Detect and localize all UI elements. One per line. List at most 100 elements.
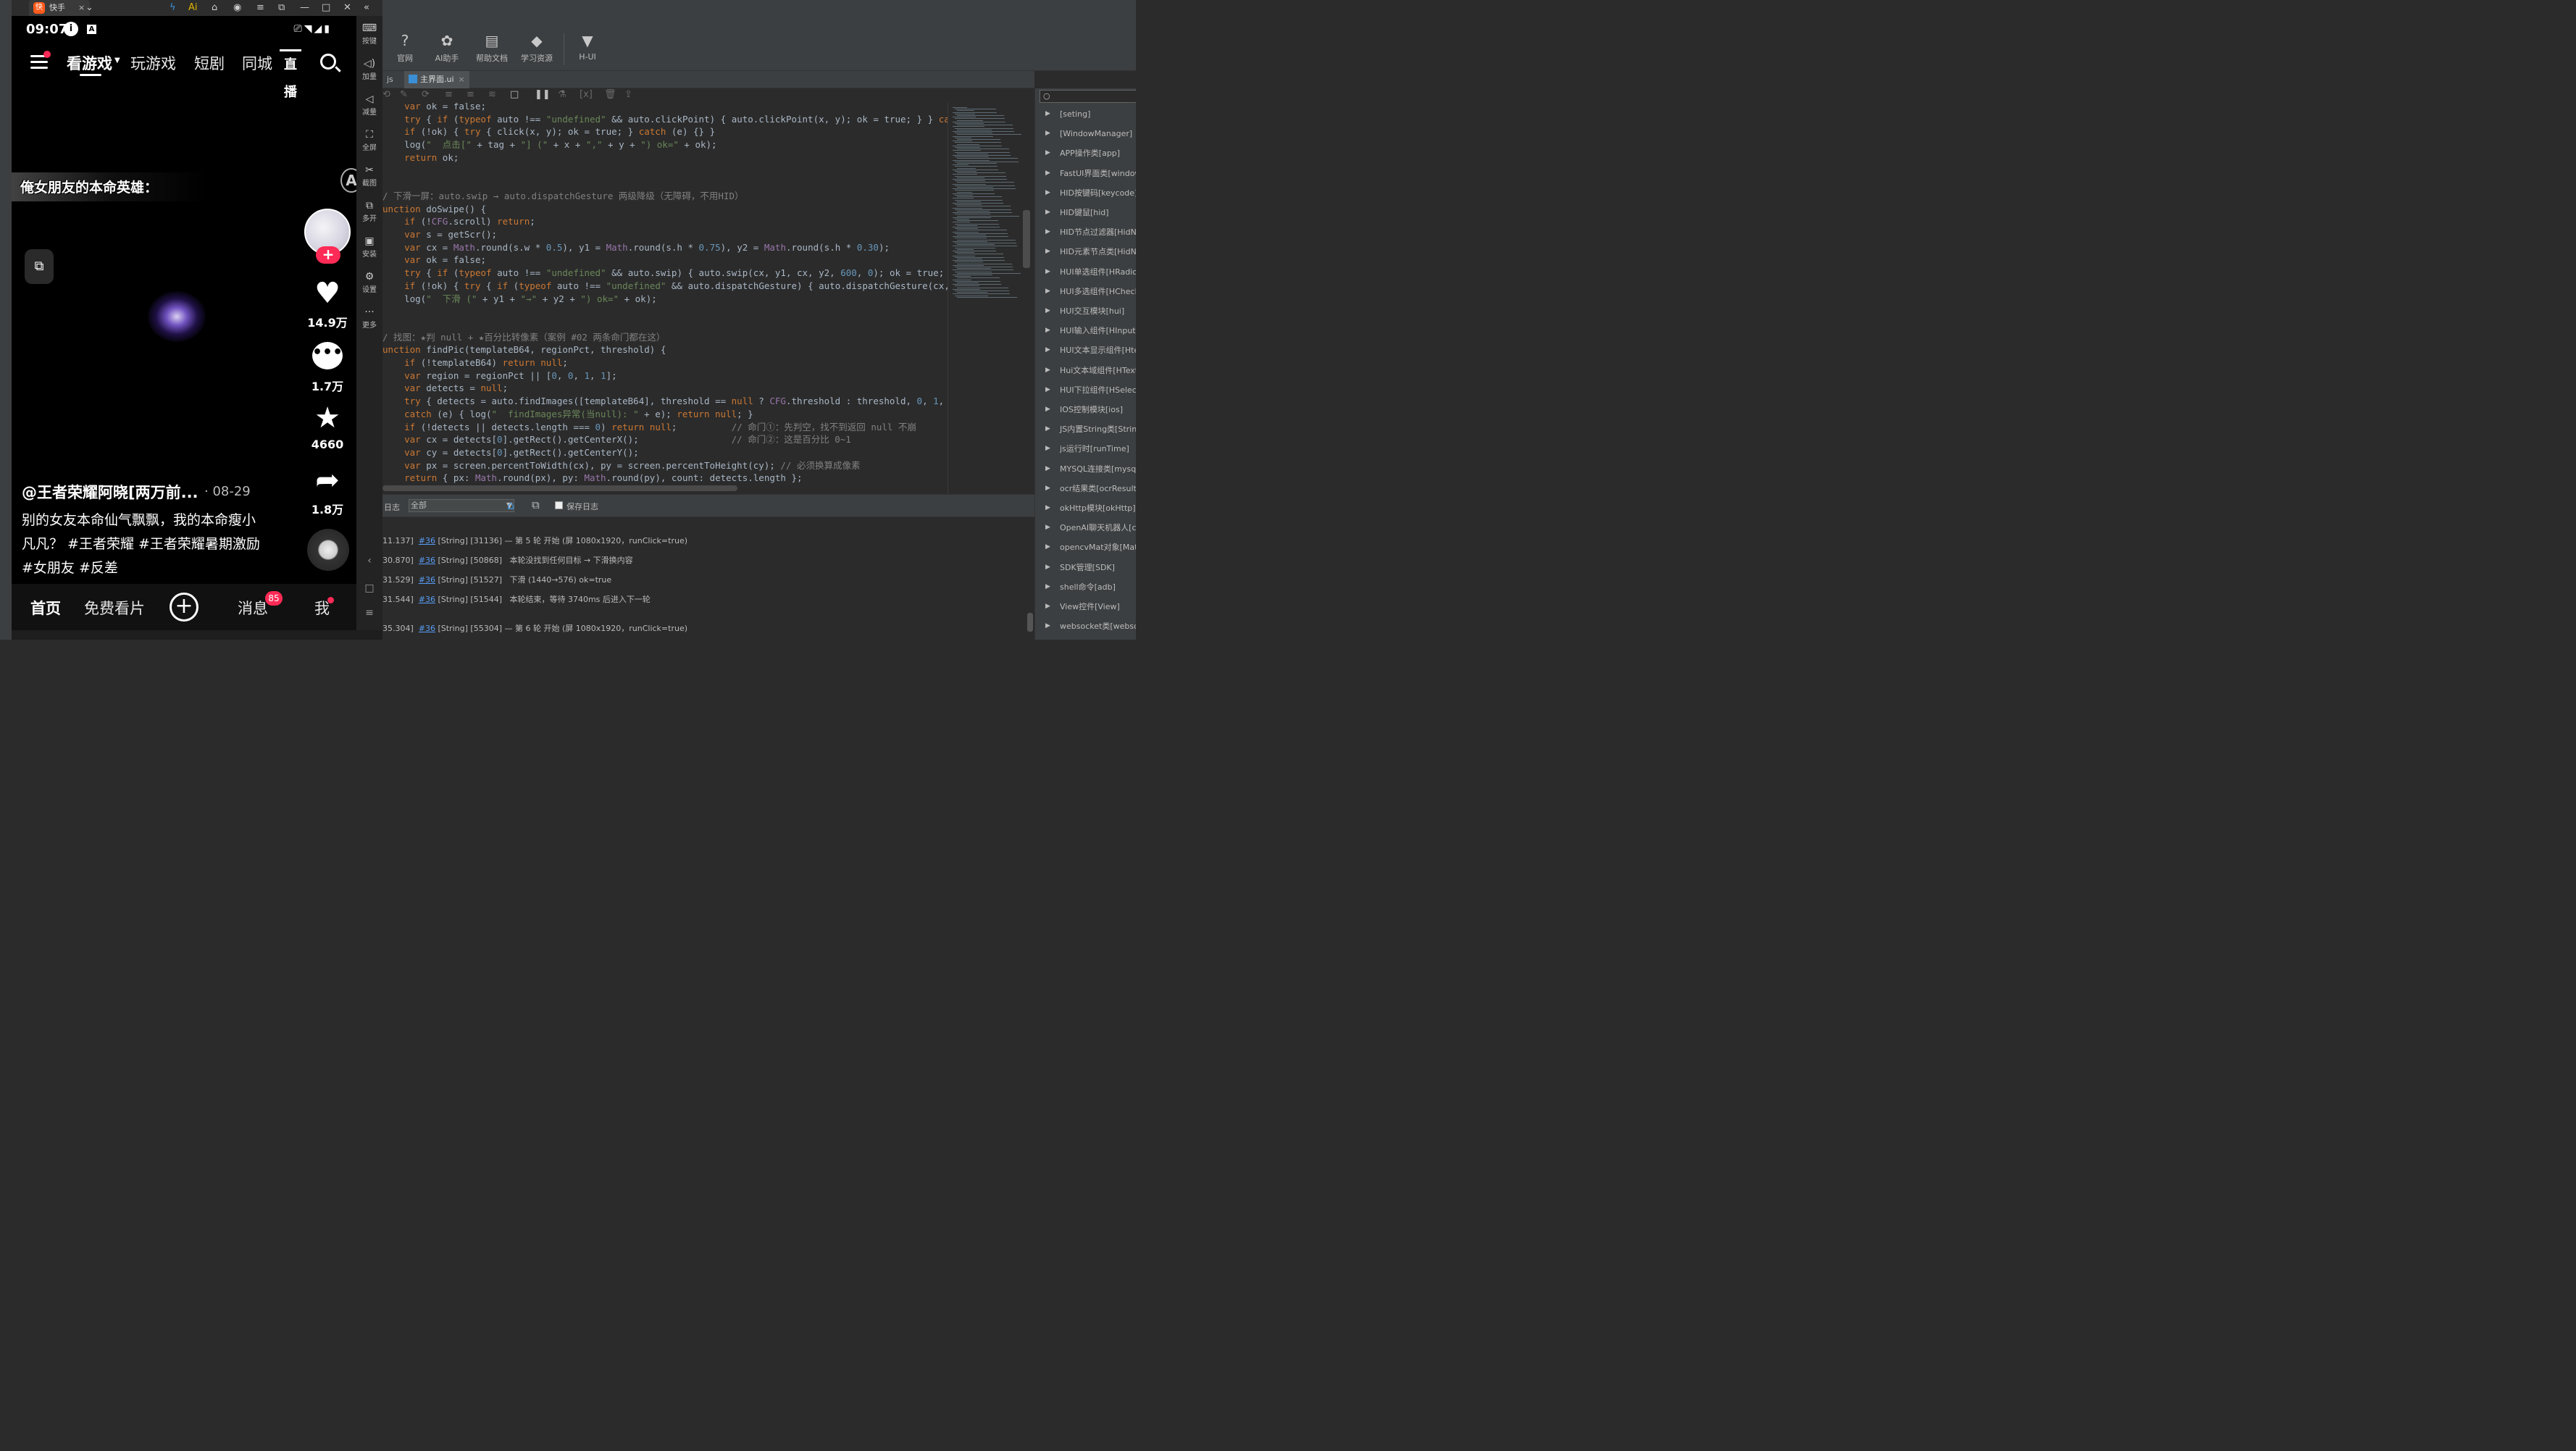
sidebar-multi-window-button[interactable]: ⧉ 多开 bbox=[356, 199, 382, 223]
tab-js[interactable]: js bbox=[382, 71, 398, 88]
log-filter-select[interactable]: 全部 ▼ bbox=[409, 499, 514, 512]
home-icon[interactable]: □ bbox=[356, 582, 382, 594]
undo-icon[interactable]: ⟲ bbox=[382, 89, 390, 100]
code-line[interactable]: var cx = detects[0].getRect().getCenterX… bbox=[382, 433, 851, 446]
api-tree-item[interactable]: ▶ HUI单选组件[HRadio] bbox=[1035, 262, 1136, 282]
ai-icon[interactable]: Ai bbox=[188, 0, 198, 16]
api-tree-item[interactable]: ▶ websocket类[websoc bbox=[1035, 616, 1136, 636]
api-tree-item[interactable]: ▶ FastUI界面类[window bbox=[1035, 164, 1136, 183]
log-line-link[interactable]: #36 bbox=[419, 536, 435, 545]
follow-button[interactable]: + bbox=[316, 246, 340, 264]
redo-icon[interactable]: ⟳ bbox=[422, 89, 430, 100]
pen-icon[interactable]: ✎ bbox=[400, 89, 408, 100]
code-line[interactable]: var s = getScr(); bbox=[382, 228, 497, 241]
expand-arrow-icon[interactable]: ▶ bbox=[1045, 419, 1050, 439]
expand-arrow-icon[interactable]: ▶ bbox=[1045, 616, 1050, 636]
api-tree-item[interactable]: ▶ HID元素节点类[HidNo bbox=[1035, 242, 1136, 262]
api-tree-item[interactable]: ▶ HUI输入组件[HInput] bbox=[1035, 321, 1136, 340]
create-button[interactable]: + bbox=[170, 593, 198, 622]
expand-arrow-icon[interactable]: ▶ bbox=[1045, 538, 1050, 557]
share-button[interactable]: ➦ 1.8万 bbox=[301, 462, 354, 517]
nav-short-drama[interactable]: 短剧 bbox=[194, 52, 225, 74]
expand-arrow-icon[interactable]: ▶ bbox=[1045, 597, 1050, 616]
export-icon[interactable]: ⇪ bbox=[624, 89, 632, 100]
expand-arrow-icon[interactable]: ▶ bbox=[1045, 203, 1050, 222]
close-tab-icon[interactable]: × bbox=[78, 0, 85, 16]
video-description[interactable]: 别的女友本命仙气飘飘，我的本命瘦小凡凡？ #王者荣耀 #王者荣耀暑期激励 #女朋… bbox=[22, 509, 261, 580]
nav-messages[interactable]: 消息 bbox=[238, 597, 268, 619]
ai-assistant-button[interactable]: ✿ AI助手 bbox=[425, 30, 469, 68]
format-icon[interactable]: ≋ bbox=[488, 89, 496, 100]
api-tree-item[interactable]: ▶ opencvMat对象[Mat] bbox=[1035, 538, 1136, 557]
log-scrollbar[interactable] bbox=[1027, 613, 1033, 632]
api-tree-item[interactable]: ▶ APP操作类[app] bbox=[1035, 143, 1136, 163]
log-line-link[interactable]: #36 bbox=[419, 624, 435, 633]
code-line[interactable]: if (!ok) { try { if (typeof auto !== "un… bbox=[382, 280, 948, 293]
nav-local[interactable]: 同城 bbox=[242, 52, 272, 74]
expand-arrow-icon[interactable]: ▶ bbox=[1045, 479, 1050, 498]
code-line[interactable]: try { detects = auto.findImages([templat… bbox=[382, 395, 948, 408]
expand-arrow-icon[interactable]: ▶ bbox=[1045, 183, 1050, 203]
api-tree-item[interactable]: ▶ HID按键码[keycode] bbox=[1035, 183, 1136, 203]
nav-home[interactable]: 首页 bbox=[30, 597, 61, 619]
chevron-down-icon[interactable]: ⌄ bbox=[85, 0, 93, 16]
horizontal-scrollbar[interactable] bbox=[382, 485, 737, 491]
api-tree-item[interactable]: ▶ okHttp模块[okHttp] bbox=[1035, 498, 1136, 518]
api-tree-item[interactable]: ▶ HID节点过滤器[HidNo bbox=[1035, 222, 1136, 242]
picture-in-picture-icon[interactable]: ⧉ bbox=[25, 249, 54, 284]
save-log-checkbox[interactable] bbox=[555, 501, 563, 509]
variable-icon[interactable]: [x] bbox=[580, 89, 593, 100]
pause-icon[interactable]: ❚❚ bbox=[535, 89, 551, 100]
code-line[interactable]: var ok = false; bbox=[382, 254, 486, 267]
api-tree-item[interactable]: ▶ HUI下拉组件[HSelect] bbox=[1035, 380, 1136, 400]
api-tree-item[interactable]: ▶ SDK管理[SDK] bbox=[1035, 558, 1136, 577]
favorite-button[interactable]: ★ 4660 bbox=[301, 400, 354, 451]
gift-icon[interactable]: ⌂ bbox=[212, 0, 217, 16]
code-line[interactable]: var cx = Math.round(s.w * 0.5), y1 = Mat… bbox=[382, 241, 890, 254]
maximize-icon[interactable]: □ bbox=[322, 0, 330, 16]
api-tree-item[interactable]: ▶ [seting] bbox=[1035, 104, 1136, 124]
code-line[interactable]: log(" 下滑 (" + y1 + "→" + y2 + ") ok=" + … bbox=[382, 293, 657, 306]
stop-icon[interactable]: □ bbox=[510, 89, 519, 100]
api-tree-item[interactable]: ▶ js运行时[runTime] bbox=[1035, 439, 1136, 459]
back-icon[interactable]: ‹ bbox=[356, 555, 382, 566]
api-tree-item[interactable]: ▶ HUI文本显示组件[Hte bbox=[1035, 340, 1136, 360]
code-line[interactable]: var px = screen.percentToWidth(cx), py =… bbox=[382, 459, 860, 472]
api-search-input[interactable]: ○ bbox=[1040, 90, 1136, 103]
code-line[interactable]: unction doSwipe() { bbox=[382, 203, 486, 216]
sidebar-settings-button[interactable]: ⚙ 设置 bbox=[356, 270, 382, 294]
code-line[interactable]: if (!CFG.scroll) return; bbox=[382, 215, 535, 228]
collapse-icon[interactable]: « bbox=[364, 0, 369, 16]
expand-arrow-icon[interactable]: ▶ bbox=[1045, 282, 1050, 301]
log-line-link[interactable]: #36 bbox=[419, 556, 435, 565]
expand-arrow-icon[interactable]: ▶ bbox=[1045, 361, 1050, 380]
nav-play-games[interactable]: 玩游戏 bbox=[130, 52, 176, 74]
code-line[interactable]: var region = regionPct || [0, 0, 1, 1]; bbox=[382, 369, 617, 382]
api-tree-item[interactable]: ▶ IOS控制模块[ios] bbox=[1035, 400, 1136, 419]
sidebar-more-button[interactable]: ··· 更多 bbox=[356, 306, 382, 330]
live-button[interactable]: 直播 bbox=[280, 49, 301, 100]
indent-icon[interactable]: ≡ bbox=[445, 89, 453, 100]
emulator-tab[interactable]: 快 快手 × bbox=[29, 0, 90, 16]
expand-arrow-icon[interactable]: ▶ bbox=[1045, 439, 1050, 459]
code-line[interactable]: if (!ok) { try { click(x, y); ok = true;… bbox=[382, 125, 715, 138]
log-line-link[interactable]: #36 bbox=[419, 575, 435, 585]
learning-resources-button[interactable]: ◆ 学习资源 bbox=[514, 30, 559, 68]
expand-arrow-icon[interactable]: ▶ bbox=[1045, 242, 1050, 262]
sidebar-fullscreen-button[interactable]: ⛶ 全屏 bbox=[356, 128, 382, 152]
code-editor[interactable]: var ok = false; try { if (typeof auto !=… bbox=[382, 103, 948, 493]
expand-arrow-icon[interactable]: ▶ bbox=[1045, 143, 1050, 163]
expand-arrow-icon[interactable]: ▶ bbox=[1045, 164, 1050, 183]
api-tree-item[interactable]: ▶ OpenAI聊天机器人[ch bbox=[1035, 518, 1136, 538]
expand-arrow-icon[interactable]: ▶ bbox=[1045, 400, 1050, 419]
close-tab-icon[interactable]: × bbox=[459, 75, 465, 84]
vertical-scrollbar[interactable] bbox=[1023, 210, 1030, 268]
comment-button[interactable]: ••• 1.7万 bbox=[301, 339, 354, 394]
nav-watch-games[interactable]: 看游戏 bbox=[67, 52, 112, 74]
api-tree-item[interactable]: ▶ ocr结果类[ocrResult] bbox=[1035, 479, 1136, 498]
api-tree-item[interactable]: ▶ MYSQL连接类[mysql] bbox=[1035, 459, 1136, 479]
log-output[interactable]: 11.137] #36 [String] [31136] — 第 5 轮 开始 … bbox=[382, 517, 1027, 640]
code-line[interactable]: return { px: Math.round(px), py: Math.ro… bbox=[382, 472, 802, 485]
expand-arrow-icon[interactable]: ▶ bbox=[1045, 498, 1050, 518]
code-line[interactable]: log(" 点击[" + tag + "] (" + x + "," + y +… bbox=[382, 138, 716, 151]
